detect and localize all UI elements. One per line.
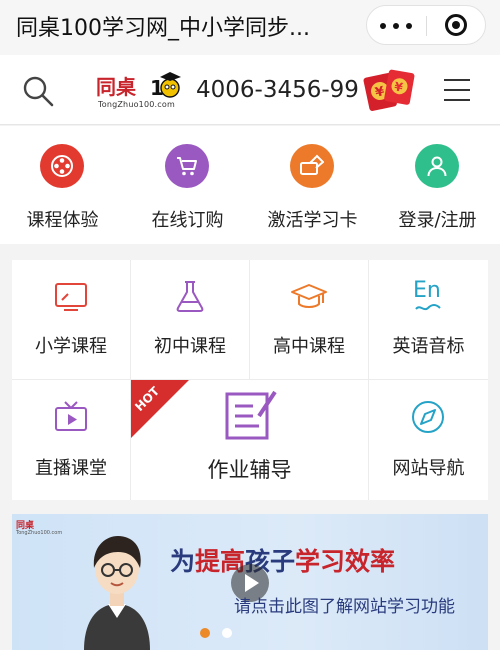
tv-play-icon [55,401,87,431]
carousel-dot-active[interactable] [200,628,210,638]
flask-icon [176,281,204,312]
login-register-label: 登录/注册 [398,210,477,231]
hotline-number[interactable]: 4006-3456-99 [196,77,359,103]
senior-courses-label: 高中课程 [273,336,345,357]
banner-subtitle: 请点击此图了解网站学习功能 [234,597,455,617]
quick-actions: 课程体验 在线订购 激活学习卡 登录/注册 [0,126,500,244]
hot-badge: HOT [131,380,191,440]
junior-courses-item[interactable]: 初中课程 [131,260,250,380]
hamburger-icon [444,79,470,81]
play-icon [245,574,259,592]
phonetics-label: 英语音标 [392,336,465,357]
homework-help-label: 作业辅导 [207,458,292,482]
phonetics-item[interactable]: En 英语音标 [369,260,488,380]
compass-icon [412,401,444,433]
search-button[interactable] [22,75,56,109]
primary-courses-item[interactable]: 小学课程 [12,260,131,380]
promo-banner[interactable]: 同桌 TongZhuo100.com 为提高孩子学习效率 请点击此图了解网站学习… [12,514,488,650]
more-button[interactable] [367,6,426,44]
search-icon [23,76,54,107]
capsule-menu [366,5,486,45]
document-edit-icon [225,390,277,440]
activate-card-label: 激活学习卡 [267,210,358,231]
primary-courses-label: 小学课程 [35,336,107,357]
blackboard-icon [55,283,87,311]
user-icon [427,156,447,177]
logo-text: 同桌 [96,75,136,99]
senior-courses-item[interactable]: 高中课程 [250,260,369,380]
site-logo[interactable]: 同桌 1 TongZhuo100.com [96,69,186,113]
graduation-cap-icon [291,284,327,308]
live-class-item[interactable]: 直播课堂 [12,380,131,500]
banner-slogan: 为提高孩子学习效率 [170,547,396,576]
course-trial-button[interactable]: 课程体验 [0,126,125,244]
category-grid: 小学课程 初中课程 高中课程 En 英语音标 直播课堂 HOT 作业辅导 网站导… [12,260,488,500]
carousel-dot[interactable] [222,628,232,638]
hamburger-menu-button[interactable] [444,78,472,102]
film-reel-icon [51,155,73,177]
graduate-mascot-icon: 1 [150,72,181,100]
online-order-label: 在线订购 [151,210,224,231]
online-order-button[interactable]: 在线订购 [125,126,250,244]
shopping-cart-icon [177,157,197,176]
close-button[interactable] [427,6,486,44]
live-class-label: 直播课堂 [35,458,107,479]
homework-help-item[interactable]: HOT 作业辅导 [131,380,369,500]
card-icon [300,154,324,175]
phonetics-icon: En [411,278,451,312]
site-header: 同桌 1 TongZhuo100.com 4006-3456-99 ¥ ¥ [0,55,500,125]
page-title: 同桌100学习网_中小学同步... [16,16,310,41]
login-register-button[interactable]: 登录/注册 [375,126,500,244]
red-envelope-icon: ¥ ¥ [363,69,415,111]
course-trial-label: 课程体验 [26,210,99,231]
site-navigation-item[interactable]: 网站导航 [369,380,488,500]
site-navigation-label: 网站导航 [392,458,465,479]
activate-card-button[interactable]: 激活学习卡 [250,126,375,244]
title-bar: 同桌100学习网_中小学同步... [0,0,500,55]
logo-domain: TongZhuo100.com [98,100,175,109]
red-envelope-button[interactable]: ¥ ¥ [360,65,418,115]
teacher-illustration [84,536,150,650]
carousel-indicator [200,628,240,640]
banner-logo-domain: TongZhuo100.com [16,530,63,536]
junior-courses-label: 初中课程 [154,336,226,357]
